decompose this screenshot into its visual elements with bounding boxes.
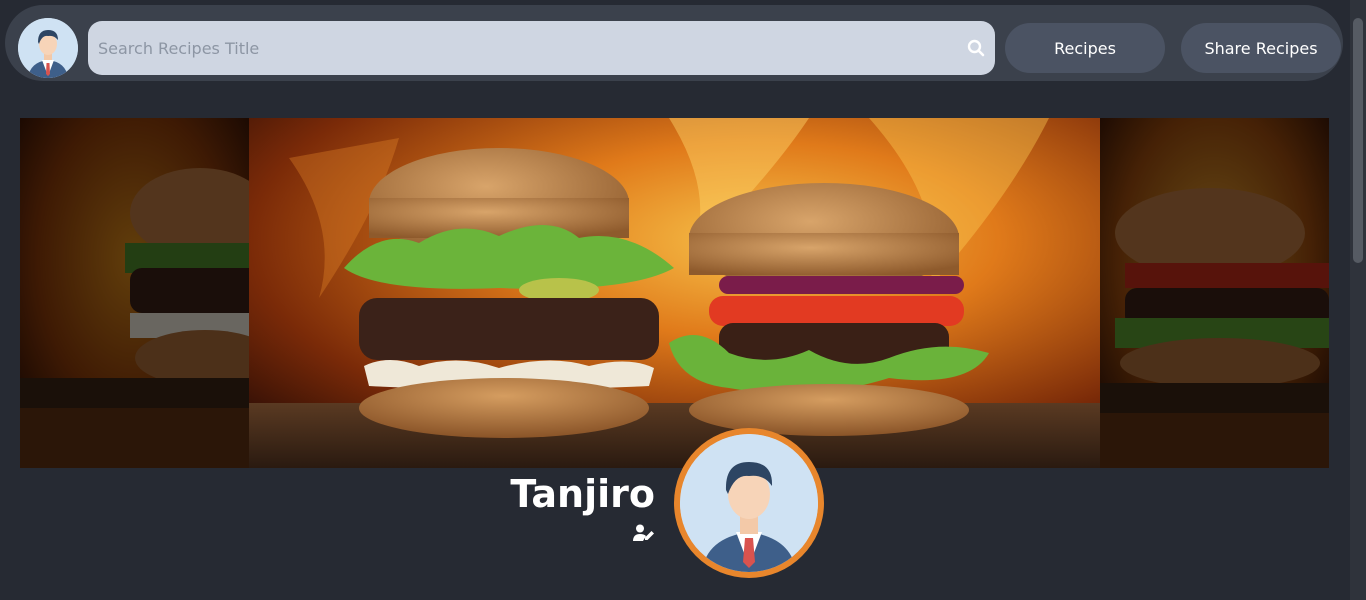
user-avatar[interactable] bbox=[18, 18, 78, 78]
top-navbar: Recipes Share Recipes bbox=[5, 5, 1343, 81]
businessman-avatar-icon bbox=[18, 18, 78, 78]
cover-image-blur-right bbox=[1100, 118, 1329, 468]
profile-avatar[interactable] bbox=[674, 428, 824, 578]
scrollbar-thumb[interactable] bbox=[1353, 18, 1363, 263]
page-scrollbar[interactable] bbox=[1350, 0, 1366, 600]
share-recipes-button[interactable]: Share Recipes bbox=[1181, 23, 1341, 73]
search-icon[interactable] bbox=[967, 39, 985, 57]
recipes-button[interactable]: Recipes bbox=[1005, 23, 1165, 73]
search-input[interactable] bbox=[88, 21, 948, 75]
businessman-avatar-icon bbox=[680, 434, 818, 572]
cover-image-blur-left bbox=[20, 118, 249, 468]
user-edit-icon[interactable] bbox=[633, 524, 655, 542]
search-bar bbox=[88, 21, 995, 75]
profile-name: Tanjiro bbox=[510, 472, 655, 516]
cover-banner bbox=[20, 118, 1329, 468]
cover-image-burgers bbox=[249, 118, 1100, 468]
